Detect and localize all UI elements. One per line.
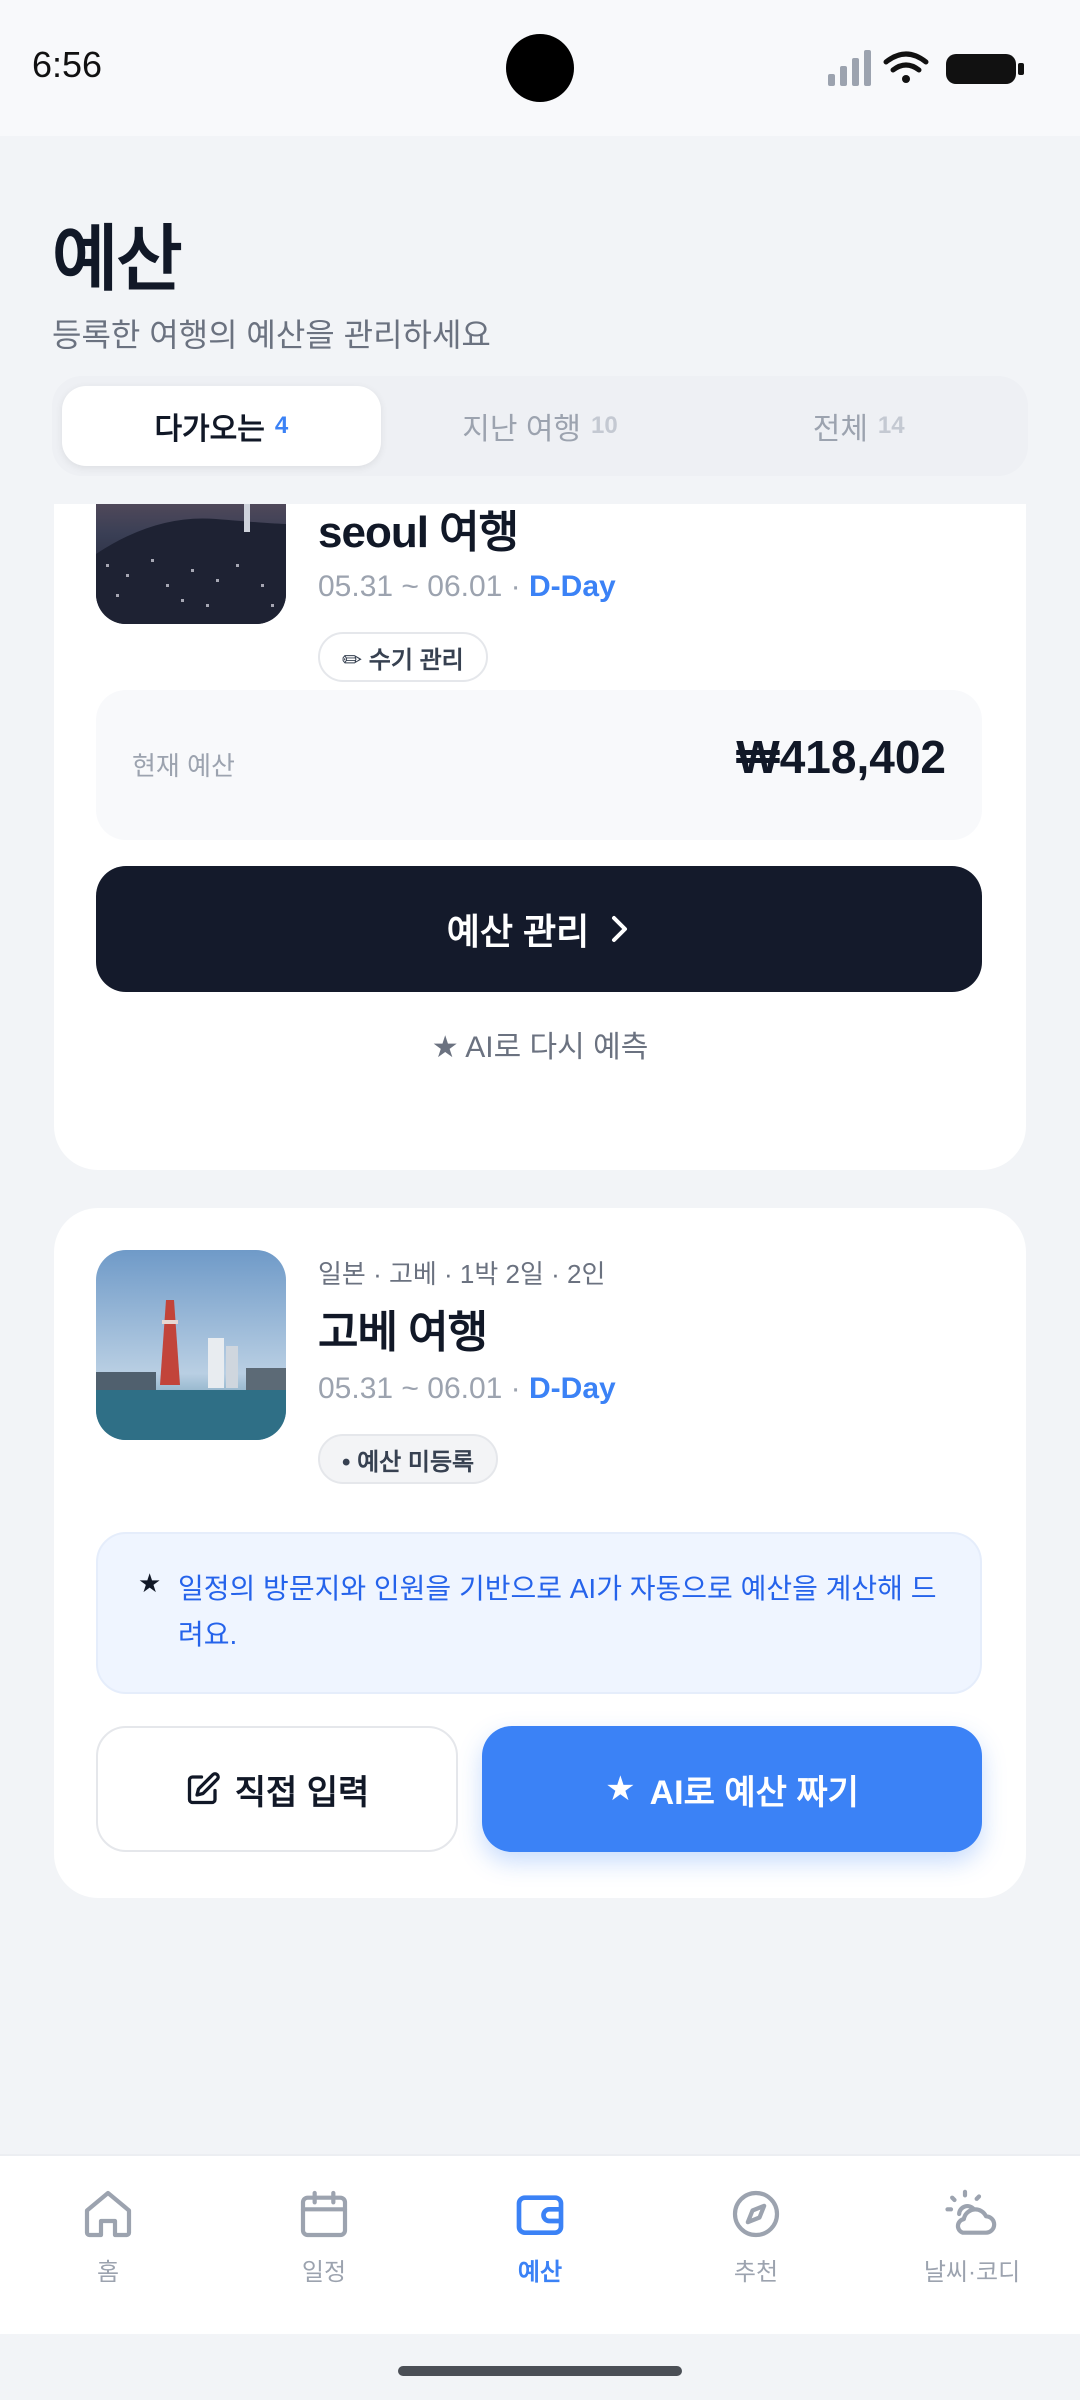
- bottom-nav: 홈 일정 예산 추천 날씨·코디: [0, 2154, 1080, 2334]
- nav-budget[interactable]: 예산: [432, 2156, 648, 2334]
- nav-home[interactable]: 홈: [0, 2156, 216, 2334]
- dday-badge: D-Day: [529, 1372, 616, 1405]
- tab-label: 다가오는: [154, 413, 265, 446]
- status-bar: 6:56: [0, 0, 1080, 136]
- manual-managed-chip: ✏ 수기 관리: [318, 632, 488, 682]
- trip-list[interactable]: seoul 여행 05.31 ~ 06.01 · D-Day ✏ 수기 관리 현…: [0, 504, 1080, 2154]
- signal-icon: [828, 50, 871, 86]
- tab-upcoming[interactable]: 다가오는 4: [62, 386, 381, 466]
- status-icons: [828, 50, 1024, 86]
- budget-unregistered-chip: • 예산 미등록: [318, 1434, 499, 1484]
- trip-date-range: 05.31 ~ 06.01 ·: [318, 1372, 521, 1405]
- dday-badge: D-Day: [529, 570, 616, 603]
- tab-count: 14: [877, 412, 905, 439]
- manage-budget-button[interactable]: 예산 관리: [96, 866, 982, 992]
- compass-icon: [732, 2190, 780, 2238]
- home-indicator[interactable]: [398, 2366, 682, 2376]
- calendar-icon: [300, 2190, 348, 2238]
- manual-input-label: 직접 입력: [234, 1773, 370, 1812]
- current-budget-value: ₩418,402: [736, 731, 946, 783]
- tab-label: 전체: [812, 413, 868, 446]
- star-icon: ★: [138, 1568, 162, 1598]
- chevron-right-icon: [612, 916, 628, 942]
- trip-card-kobe[interactable]: 일본 · 고베 · 1박 2일 · 2인 고베 여행 05.31 ~ 06.01…: [54, 1208, 1026, 1898]
- nav-schedule[interactable]: 일정: [216, 2156, 432, 2334]
- current-budget-box: 현재 예산 ₩418,402: [96, 690, 982, 840]
- home-icon: [84, 2190, 132, 2238]
- tab-count: 10: [591, 412, 618, 439]
- ai-info-box: ★ 일정의 방문지와 인원을 기반으로 AI가 자동으로 예산을 계산해 드려요…: [96, 1532, 982, 1694]
- current-budget-label: 현재 예산: [132, 751, 235, 781]
- wifi-icon: [883, 51, 929, 83]
- trip-thumbnail-seoul: [96, 504, 286, 624]
- manage-budget-label: 예산 관리: [446, 911, 590, 952]
- manual-input-button[interactable]: 직접 입력: [96, 1726, 458, 1852]
- wallet-icon: [516, 2195, 564, 2235]
- edit-icon: [187, 1772, 220, 1805]
- page-subtitle: 등록한 여행의 예산을 관리하세요: [52, 317, 491, 353]
- nav-weather[interactable]: 날씨·코디: [864, 2156, 1080, 2334]
- ai-info-text: 일정의 방문지와 인원을 기반으로 AI가 자동으로 예산을 계산해 드려요.: [178, 1573, 937, 1650]
- page-title: 예산: [52, 220, 182, 300]
- ai-repredict-link[interactable]: ★ AI로 다시 예측: [54, 1022, 1026, 1066]
- trip-card-seoul[interactable]: seoul 여행 05.31 ~ 06.01 · D-Day ✏ 수기 관리 현…: [54, 504, 1026, 1170]
- trip-meta: 일본 · 고베 · 1박 2일 · 2인: [318, 1259, 606, 1289]
- nav-recommend[interactable]: 추천: [648, 2156, 864, 2334]
- nav-label: 예산: [517, 2259, 563, 2286]
- trip-dates: 05.31 ~ 06.01 · D-Day: [318, 1372, 616, 1406]
- tab-all[interactable]: 전체 14: [699, 386, 1018, 466]
- tab-past[interactable]: 지난 여행 10: [381, 386, 700, 466]
- trip-title: seoul 여행: [318, 508, 519, 557]
- tab-label: 지난 여행: [462, 413, 582, 446]
- star-icon: ★: [605, 1770, 636, 1808]
- ai-budget-button[interactable]: ★ AI로 예산 짜기: [482, 1726, 982, 1852]
- status-time: 6:56: [32, 44, 103, 85]
- nav-label: 일정: [301, 2259, 347, 2286]
- weather-icon: [945, 2189, 997, 2235]
- ai-budget-label: AI로 예산 짜기: [649, 1773, 859, 1812]
- tab-count: 4: [274, 412, 289, 439]
- trip-thumbnail-kobe: [96, 1250, 286, 1440]
- nav-label: 홈: [96, 2259, 120, 2286]
- camera-cutout: [506, 34, 574, 102]
- trip-dates: 05.31 ~ 06.01 · D-Day: [318, 570, 616, 604]
- battery-icon: [946, 54, 1024, 84]
- trip-title: 고베 여행: [318, 1308, 488, 1357]
- trip-date-range: 05.31 ~ 06.01 ·: [318, 570, 521, 603]
- nav-label: 날씨·코디: [923, 2259, 1021, 2286]
- nav-label: 추천: [733, 2259, 779, 2286]
- trip-filter-tabs: 다가오는 4 지난 여행 10 전체 14: [52, 376, 1028, 476]
